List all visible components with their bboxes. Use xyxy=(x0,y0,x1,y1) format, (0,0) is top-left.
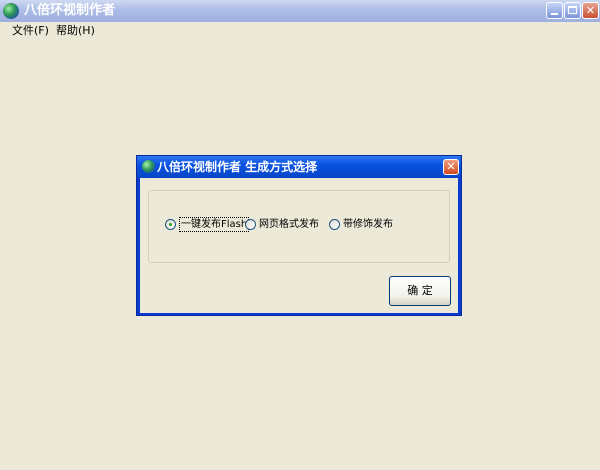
dialog-title: 八倍环视制作者 生成方式选择 xyxy=(157,160,318,174)
radio-selected-icon[interactable] xyxy=(165,219,176,230)
radio-unselected-icon[interactable] xyxy=(245,219,256,230)
main-window: 八倍环视制作者 ✕ 文件(F) 帮助(H) 八倍环视制作者 生成方式选择 ✕ 一… xyxy=(0,0,600,470)
minimize-icon xyxy=(551,13,558,15)
maximize-icon xyxy=(568,6,577,14)
dialog-title-bar[interactable]: 八倍环视制作者 生成方式选择 ✕ xyxy=(137,156,461,178)
title-bar[interactable]: 八倍环视制作者 ✕ xyxy=(0,0,600,23)
radio-unselected-icon[interactable] xyxy=(329,219,340,230)
radio-label[interactable]: 一键发布Flash xyxy=(179,217,250,232)
ok-button[interactable]: 确 定 xyxy=(389,276,451,306)
radio-label[interactable]: 带修饰发布 xyxy=(343,218,393,231)
dialog-close-button[interactable]: ✕ xyxy=(443,159,459,175)
maximize-button[interactable] xyxy=(564,2,581,19)
minimize-button[interactable] xyxy=(546,2,563,19)
menu-help[interactable]: 帮助(H) xyxy=(56,24,95,38)
dialog-body: 一键发布Flash 网页格式发布 带修饰发布 确 定 xyxy=(140,178,458,313)
app-globe-icon xyxy=(3,3,19,19)
dialog-globe-icon xyxy=(142,160,155,173)
generate-mode-dialog: 八倍环视制作者 生成方式选择 ✕ 一键发布Flash 网页格式发布 带修饰发布 … xyxy=(136,155,462,316)
close-icon: ✕ xyxy=(446,160,456,173)
close-button[interactable]: ✕ xyxy=(582,2,599,19)
radio-label[interactable]: 网页格式发布 xyxy=(259,218,319,231)
window-title: 八倍环视制作者 xyxy=(24,3,116,18)
close-icon: ✕ xyxy=(585,4,596,17)
menu-file[interactable]: 文件(F) xyxy=(12,24,49,38)
menu-bar: 文件(F) 帮助(H) xyxy=(0,22,600,40)
